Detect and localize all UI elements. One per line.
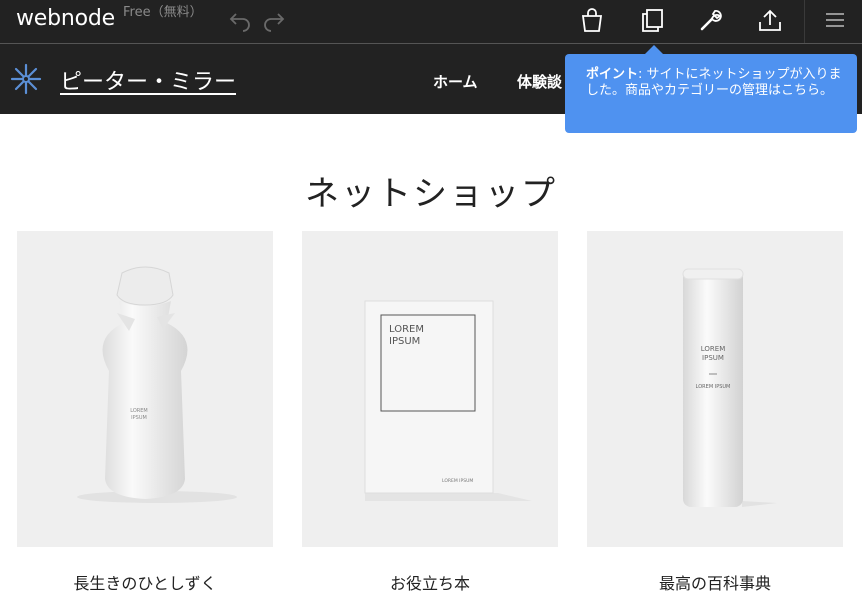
redo-icon[interactable]: [262, 8, 286, 32]
book-footer-text: LOREM IPSUM: [442, 478, 473, 484]
product-image-tube[interactable]: LOREM IPSUM LOREM IPSUM: [587, 231, 843, 547]
undo-icon[interactable]: [228, 8, 252, 32]
shop-hint-tooltip[interactable]: ポイント: サイトにネットショップが入りました。商品やカテゴリーの管理はこちら。: [565, 45, 857, 133]
shop-section-title: ネットショップ: [305, 174, 557, 214]
tube-label-text: LOREM: [701, 345, 726, 353]
site-title[interactable]: ピーター・ミラー: [60, 64, 236, 96]
webnode-logo[interactable]: webnode: [16, 6, 115, 31]
pages-icon[interactable]: [639, 7, 665, 33]
product-image-bottle[interactable]: LOREM IPSUM: [17, 231, 273, 547]
book-illustration: LOREM IPSUM LOREM IPSUM: [364, 300, 532, 501]
wrench-icon[interactable]: [698, 7, 724, 33]
tube-label-text-2: IPSUM: [702, 354, 724, 362]
bottle-label-text: LOREM: [130, 408, 148, 414]
tube-subtitle-text: LOREM IPSUM: [696, 384, 731, 390]
product-name-2[interactable]: お役立ち本: [302, 570, 558, 594]
nav-item-experience[interactable]: 体験談: [517, 71, 562, 92]
tooltip-bold: ポイント: [586, 67, 639, 82]
editor-toolbar: webnode Free（無料）: [0, 0, 862, 44]
menu-icon[interactable]: [822, 7, 848, 33]
product-name-1[interactable]: 長生きのひとしずく: [17, 570, 273, 594]
book-cover-text: LOREM: [389, 324, 424, 335]
bottle-label-text-2: IPSUM: [131, 415, 147, 421]
book-cover-text-2: IPSUM: [389, 336, 420, 347]
toolbar-divider: [804, 0, 805, 43]
snowflake-logo-icon[interactable]: [9, 62, 43, 96]
plan-badge[interactable]: Free（無料）: [123, 1, 203, 20]
bottle-illustration: LOREM IPSUM: [77, 266, 237, 503]
tube-illustration: LOREM IPSUM LOREM IPSUM: [682, 268, 777, 507]
upload-icon[interactable]: [757, 7, 783, 33]
product-image-book[interactable]: LOREM IPSUM LOREM IPSUM: [302, 231, 558, 547]
nav-item-home[interactable]: ホーム: [433, 71, 478, 92]
product-name-3[interactable]: 最高の百科事典: [587, 570, 843, 594]
shopping-bag-icon[interactable]: [579, 7, 605, 33]
